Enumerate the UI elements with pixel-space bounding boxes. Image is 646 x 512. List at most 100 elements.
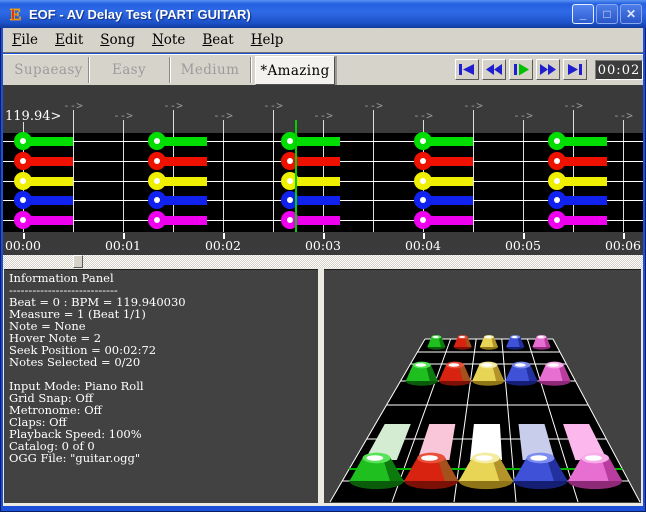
- beat-line: [523, 120, 524, 232]
- rewind-button[interactable]: [482, 59, 506, 80]
- note-gem-purple[interactable]: [148, 211, 166, 229]
- toolbar: 00:02 SupaeasyEasyMedium*Amazing: [3, 54, 643, 85]
- timeline-label: 00:01: [105, 238, 141, 253]
- play-icon: [513, 63, 529, 76]
- beat-arrow: -->: [510, 111, 536, 121]
- note-dot: [554, 138, 560, 144]
- note-gem-green[interactable]: [414, 132, 432, 150]
- beat-arrow: -->: [160, 101, 186, 111]
- note-gem-purple[interactable]: [14, 211, 32, 229]
- skip-start-button[interactable]: [455, 59, 479, 80]
- menu-file[interactable]: File: [12, 32, 38, 48]
- note-dot: [20, 197, 26, 203]
- menubar: File Edit Song Note Beat Help: [3, 28, 643, 53]
- beat-line: [73, 110, 74, 232]
- seek-position-line: [295, 120, 297, 232]
- note-gem-blue[interactable]: [548, 191, 566, 209]
- window-title: EOF - AV Delay Test (PART GUITAR): [29, 7, 572, 22]
- note-gem-purple[interactable]: [548, 211, 566, 229]
- note-dot: [20, 138, 26, 144]
- note-gem-green[interactable]: [548, 132, 566, 150]
- bottom-area: Information Panel-----------------------…: [3, 268, 643, 506]
- tab-supaeasy[interactable]: Supaeasy: [9, 57, 89, 83]
- note-dot: [20, 178, 26, 184]
- preview-3d: [324, 270, 641, 503]
- note-dot: [154, 158, 160, 164]
- tab-amazing[interactable]: *Amazing: [255, 56, 335, 85]
- note-gem-blue[interactable]: [14, 191, 32, 209]
- maximize-button[interactable]: □: [596, 4, 618, 24]
- timeline-label: 00:06: [605, 238, 641, 253]
- note-gem-blue[interactable]: [414, 191, 432, 209]
- note-gem-yellow[interactable]: [414, 172, 432, 190]
- note-gem-red[interactable]: [14, 152, 32, 170]
- note-gem-yellow[interactable]: [548, 172, 566, 190]
- note-gem-red[interactable]: [414, 152, 432, 170]
- note-gem-yellow[interactable]: [148, 172, 166, 190]
- note-dot: [20, 217, 26, 223]
- note-gem-green[interactable]: [14, 132, 32, 150]
- scrollbar-thumb[interactable]: [73, 255, 83, 268]
- note-gem-red[interactable]: [548, 152, 566, 170]
- beat-arrow: -->: [360, 101, 386, 111]
- beat-line: [573, 110, 574, 232]
- menu-edit[interactable]: Edit: [55, 32, 83, 48]
- beat-arrow: -->: [410, 111, 436, 121]
- note-dot: [20, 158, 26, 164]
- note-dot: [420, 217, 426, 223]
- minimize-button[interactable]: _: [572, 4, 594, 24]
- timeline[interactable]: 00:0000:0100:0200:0300:0400:0500:06: [3, 232, 643, 255]
- beat-line: [273, 110, 274, 232]
- menu-song[interactable]: Song: [100, 32, 135, 48]
- beat-arrow: -->: [610, 111, 636, 121]
- note-dot: [287, 138, 293, 144]
- titlebar[interactable]: E EOF - AV Delay Test (PART GUITAR) _ □ …: [0, 0, 646, 28]
- beat-line: [623, 120, 624, 232]
- timeline-label: 00:05: [505, 238, 541, 253]
- note-gem-purple[interactable]: [414, 211, 432, 229]
- timeline-label: 00:04: [405, 238, 441, 253]
- play-button[interactable]: [509, 59, 533, 80]
- note-gem-red[interactable]: [148, 152, 166, 170]
- tab-medium[interactable]: Medium: [170, 57, 251, 83]
- note-dot: [154, 217, 160, 223]
- beat-line: [373, 110, 374, 232]
- note-dot: [287, 178, 293, 184]
- info-panel: Information Panel-----------------------…: [4, 269, 318, 503]
- tab-easy[interactable]: Easy: [89, 57, 170, 83]
- beat-line: [173, 110, 174, 232]
- beat-arrow: -->: [110, 111, 136, 121]
- timeline-label: 00:02: [205, 238, 241, 253]
- note-dot: [287, 217, 293, 223]
- menu-beat[interactable]: Beat: [202, 32, 233, 48]
- fast-forward-icon: [540, 63, 556, 76]
- beat-arrow: -->: [210, 111, 236, 121]
- note-gem-green[interactable]: [148, 132, 166, 150]
- svg-text:E: E: [10, 5, 21, 23]
- pianoroll-editor[interactable]: 119.94> -->-->-->-->-->-->-->-->-->-->--…: [3, 85, 643, 268]
- note-dot: [154, 197, 160, 203]
- fast-forward-button[interactable]: [536, 59, 560, 80]
- note-dot: [154, 178, 160, 184]
- note-dot: [554, 217, 560, 223]
- menu-help[interactable]: Help: [251, 32, 284, 48]
- skip-end-button[interactable]: [563, 59, 587, 80]
- timeline-label: 00:00: [5, 238, 41, 253]
- seek-scrollbar[interactable]: [3, 255, 643, 268]
- note-gem-blue[interactable]: [148, 191, 166, 209]
- beat-line: [473, 110, 474, 232]
- beat-arrow: -->: [310, 111, 336, 121]
- note-gem-yellow[interactable]: [14, 172, 32, 190]
- note-dot: [287, 197, 293, 203]
- beat-line: [123, 120, 124, 232]
- close-button[interactable]: ✕: [620, 4, 642, 24]
- note-dot: [420, 138, 426, 144]
- beat-arrow: -->: [560, 101, 586, 111]
- menu-note[interactable]: Note: [152, 32, 185, 48]
- info-line: Notes Selected = 0/20: [9, 356, 318, 368]
- note-dot: [420, 178, 426, 184]
- beat-arrow: -->: [460, 101, 486, 111]
- note-dot: [420, 197, 426, 203]
- note-dot: [554, 158, 560, 164]
- skip-end-icon: [567, 63, 583, 76]
